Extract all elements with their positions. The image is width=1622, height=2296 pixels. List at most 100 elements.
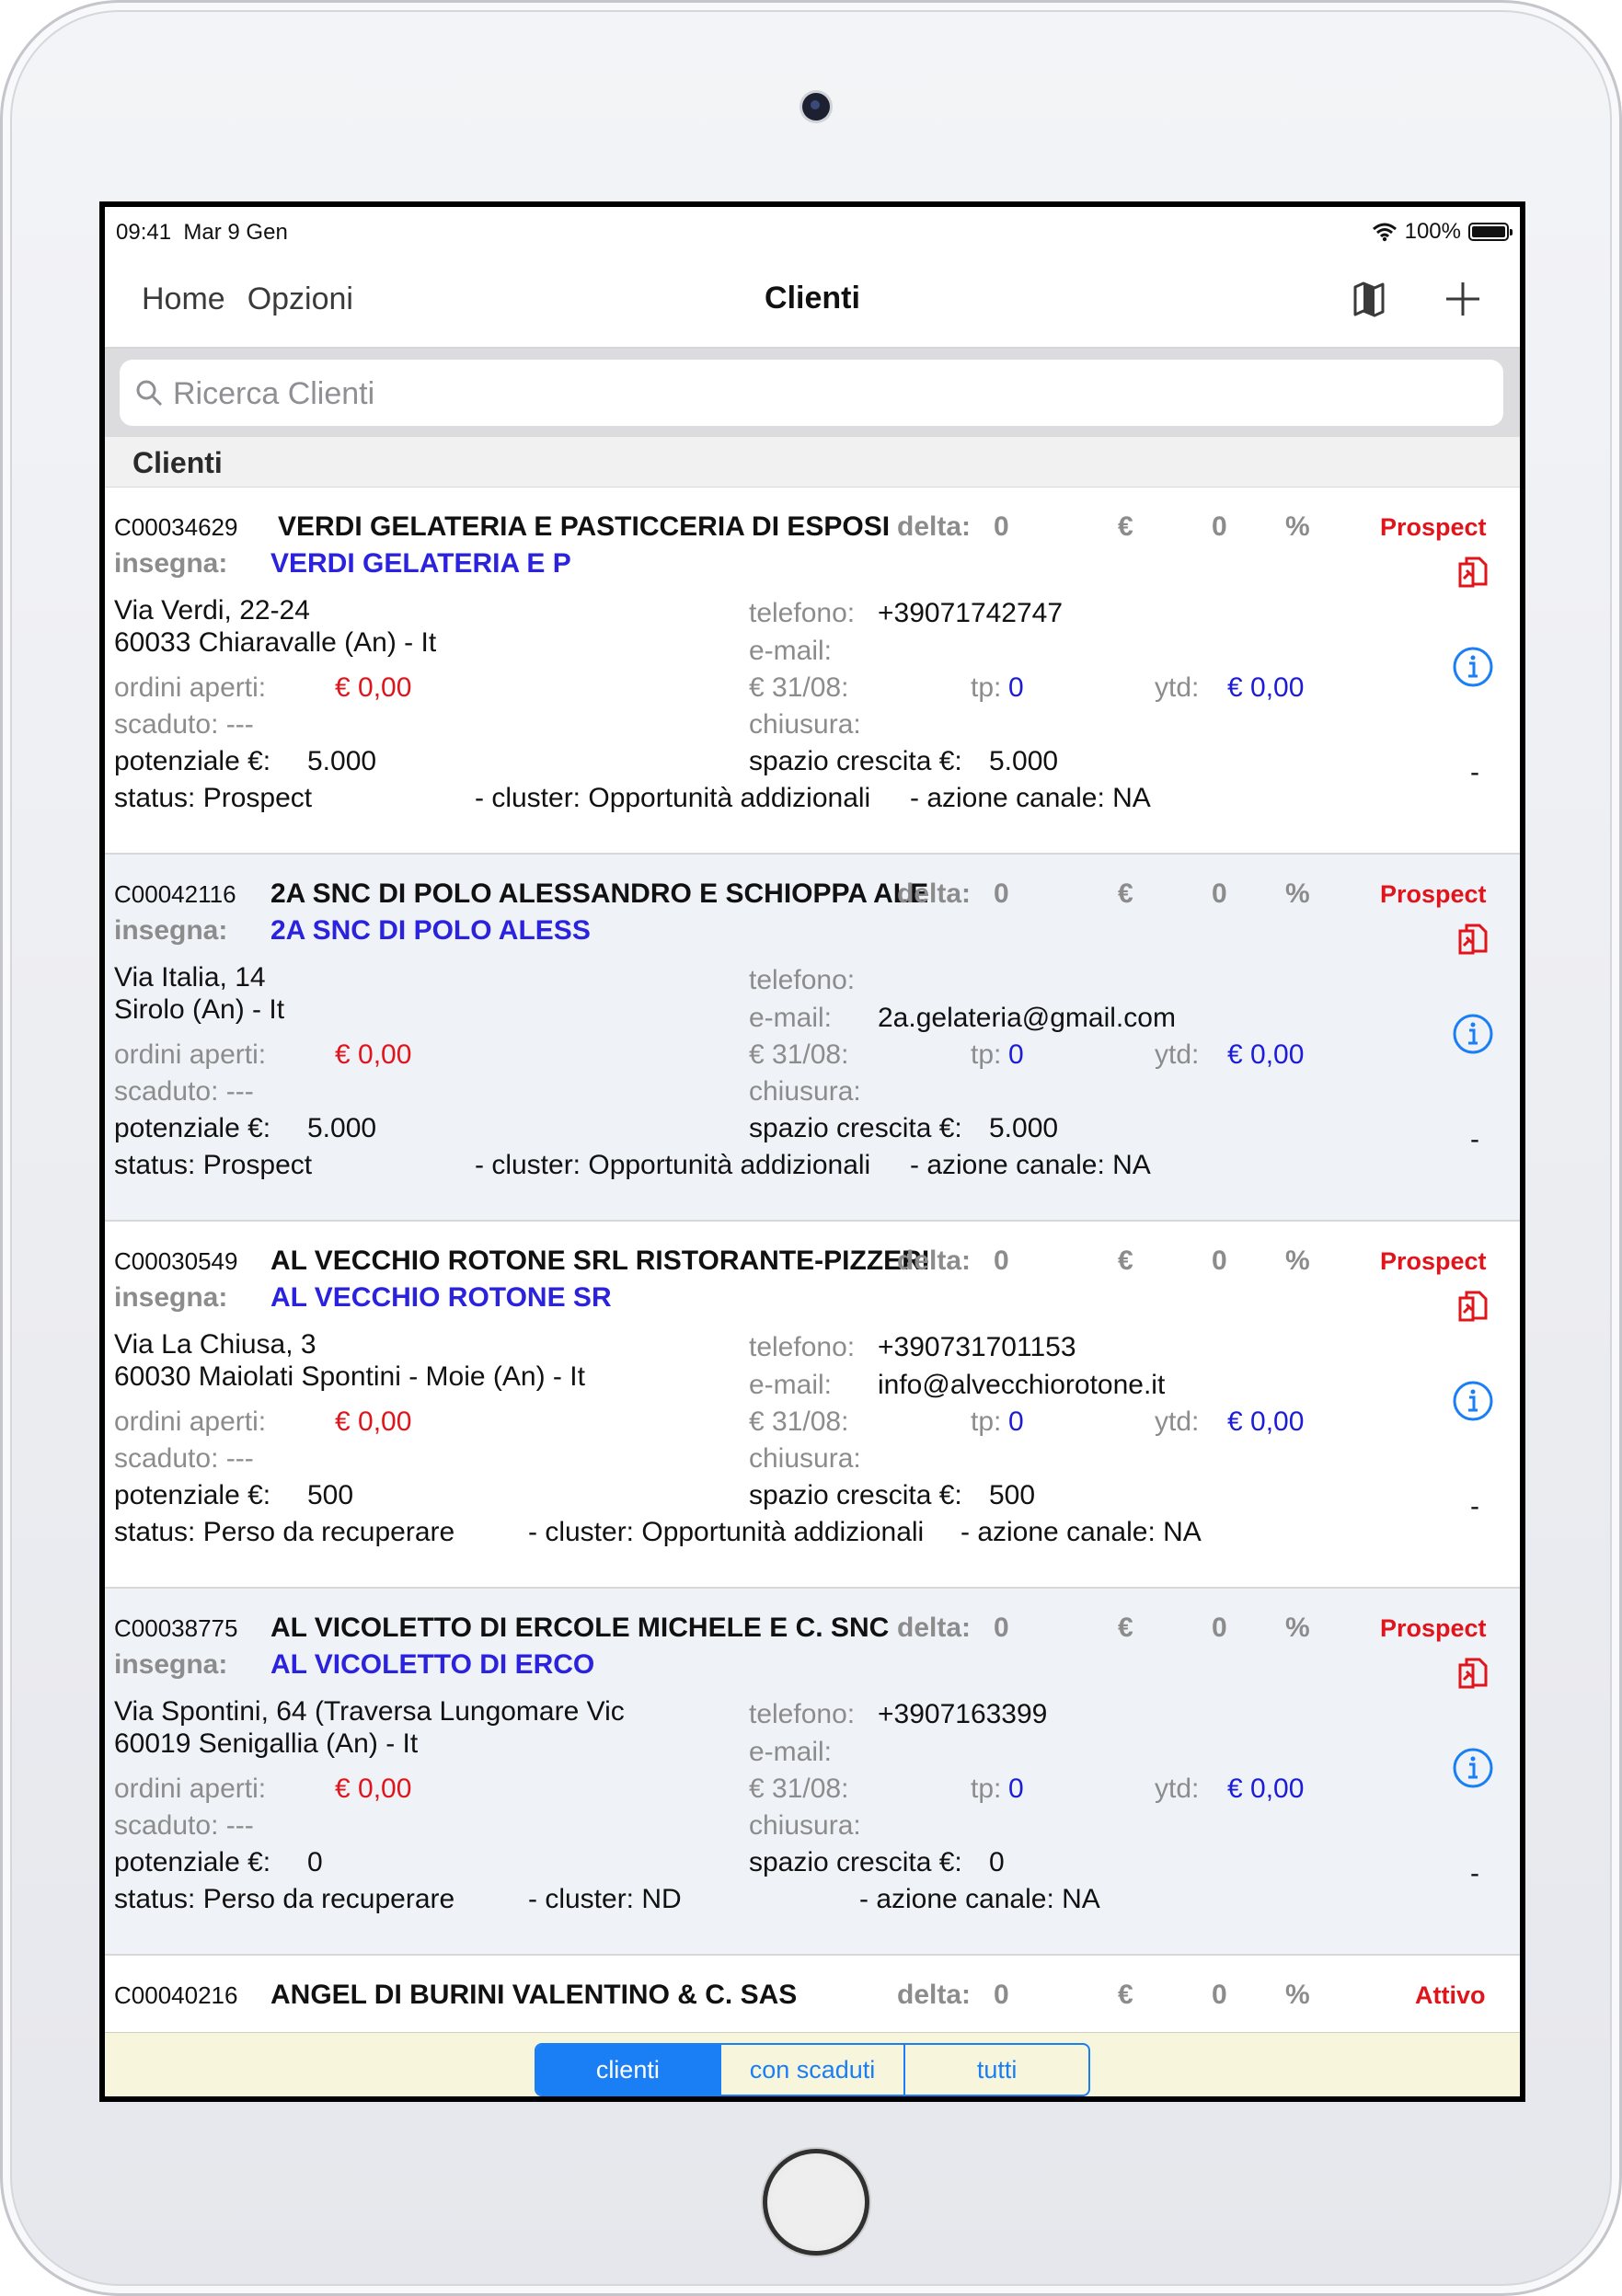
scaduto: scaduto: --- [114, 1076, 254, 1107]
client-type: Prospect [1380, 1247, 1487, 1275]
azione-text: - azione canale: NA [910, 1150, 1151, 1180]
map-icon[interactable] [1347, 277, 1391, 321]
info-icon[interactable] [1452, 1380, 1494, 1422]
ordini-value: € 0,00 [335, 672, 412, 703]
delta-label: delta: [897, 1980, 972, 2010]
ordini-value: € 0,00 [335, 1406, 412, 1437]
client-code: C00040216 [114, 1981, 238, 2009]
status-text: status: Perso da recuperare [114, 1884, 455, 1914]
address-line-1: Via Italia, 14 [114, 962, 266, 993]
pct-value: 0 [1212, 878, 1227, 909]
client-row[interactable]: C00030549 AL VECCHIO ROTONE SRL RISTORAN… [105, 1222, 1520, 1589]
euro-symbol: € [1118, 1613, 1133, 1643]
section-header: Clienti [105, 437, 1520, 488]
segment-clienti[interactable]: clienti [536, 2045, 719, 2095]
app-window: 09:41 Mar 9 Gen 100% Home Opzioni Client… [105, 207, 1520, 2096]
client-name: AL VICOLETTO DI ERCOLE MICHELE E C. SNC [270, 1613, 890, 1643]
email-label: e-mail: [749, 636, 833, 666]
euro-symbol: € [1118, 1246, 1133, 1276]
delta-value: 0 [994, 878, 1009, 909]
document-icon[interactable] [1457, 556, 1489, 589]
client-name: VERDI GELATERIA E PASTICCERIA DI ESPOSI [278, 511, 891, 542]
dash: - [1470, 757, 1479, 787]
segment-tutti[interactable]: tutti [903, 2045, 1088, 2095]
email-value[interactable]: info@alvecchiorotone.it [878, 1370, 1165, 1401]
client-type: Attivo [1415, 1981, 1486, 2009]
ordini-label: ordini aperti: [114, 672, 267, 703]
info-icon[interactable] [1452, 1747, 1494, 1789]
segment-con-scaduti[interactable]: con scaduti [719, 2045, 904, 2095]
telefono-value[interactable]: +390731701153 [878, 1332, 1076, 1363]
status-right: 100% [1372, 219, 1513, 245]
date-label: € 31/08: [749, 1406, 849, 1437]
client-name: 2A SNC DI POLO ALESSANDRO E SCHIOPPA ALE [270, 878, 929, 909]
tp-value: 0 [1008, 1406, 1024, 1437]
tp-label: tp: [971, 672, 1002, 703]
insegna-value: VERDI GELATERIA E P [270, 548, 571, 579]
delta-label: delta: [897, 1613, 972, 1643]
client-row[interactable]: C00040216 ANGEL DI BURINI VALENTINO & C.… [105, 1956, 1520, 2032]
dash: - [1470, 1491, 1479, 1521]
delta-value: 0 [994, 1980, 1009, 2010]
percent-symbol: % [1285, 1613, 1310, 1643]
client-row[interactable]: C00042116 2A SNC DI POLO ALESSANDRO E SC… [105, 855, 1520, 1222]
scaduto: scaduto: --- [114, 1443, 254, 1474]
client-row[interactable]: C00034629 VERDI GELATERIA E PASTICCERIA … [105, 488, 1520, 855]
battery-icon [1468, 223, 1513, 241]
delta-value: 0 [994, 1246, 1009, 1276]
percent-symbol: % [1285, 511, 1310, 542]
document-icon[interactable] [1457, 1657, 1489, 1690]
battery-percent: 100% [1404, 219, 1461, 244]
ytd-label: ytd: [1155, 672, 1200, 703]
document-icon[interactable] [1457, 1290, 1489, 1323]
euro-symbol: € [1118, 1980, 1133, 2010]
wifi-icon [1372, 223, 1397, 242]
client-row[interactable]: C00038775 AL VICOLETTO DI ERCOLE MICHELE… [105, 1589, 1520, 1956]
spazio-label: spazio crescita €: [749, 1480, 962, 1510]
search-input[interactable] [171, 360, 1463, 428]
options-link[interactable]: Opzioni [247, 281, 353, 317]
potenziale-value: 5.000 [307, 746, 377, 776]
document-icon[interactable] [1457, 923, 1489, 956]
info-icon[interactable] [1452, 1013, 1494, 1055]
telefono-label: telefono: [749, 598, 856, 628]
chiusura-label: chiusura: [749, 1076, 861, 1107]
potenziale-label: potenziale €: [114, 1480, 271, 1510]
client-type: Prospect [1380, 513, 1487, 541]
euro-symbol: € [1118, 878, 1133, 909]
potenziale-label: potenziale €: [114, 746, 271, 776]
home-link[interactable]: Home [142, 281, 225, 317]
dash: - [1470, 1124, 1479, 1154]
telefono-value[interactable]: +39071742747 [878, 598, 1063, 629]
home-button[interactable] [763, 2149, 869, 2256]
ytd-value: € 0,00 [1227, 1039, 1305, 1070]
camera [802, 93, 830, 121]
plus-icon[interactable] [1441, 277, 1485, 321]
date-label: € 31/08: [749, 672, 849, 703]
telefono-label: telefono: [749, 965, 856, 995]
search-icon [136, 380, 163, 407]
email-label: e-mail: [749, 1003, 833, 1033]
dash: - [1470, 1858, 1479, 1888]
spazio-value: 5.000 [989, 1113, 1059, 1143]
search-box[interactable] [120, 360, 1503, 428]
delta-label: delta: [897, 511, 972, 542]
telefono-value[interactable]: +3907163399 [878, 1699, 1047, 1730]
tp-label: tp: [971, 1039, 1002, 1070]
tp-value: 0 [1008, 1039, 1024, 1070]
ytd-value: € 0,00 [1227, 1774, 1305, 1804]
euro-symbol: € [1118, 511, 1133, 542]
azione-text: - azione canale: NA [859, 1884, 1100, 1914]
client-type: Prospect [1380, 1614, 1487, 1642]
client-list[interactable]: C00034629 VERDI GELATERIA E PASTICCERIA … [105, 488, 1520, 2032]
pct-value: 0 [1212, 1613, 1227, 1643]
insegna-label: insegna: [114, 548, 228, 579]
client-code: C00034629 [114, 513, 238, 541]
client-name: ANGEL DI BURINI VALENTINO & C. SAS [270, 1980, 798, 2010]
client-name: AL VECCHIO ROTONE SRL RISTORANTE-PIZZERI [270, 1246, 930, 1276]
info-icon[interactable] [1452, 646, 1494, 688]
cluster-text: - cluster: Opportunità addizionali [528, 1517, 925, 1547]
client-code: C00042116 [114, 880, 236, 908]
tp-label: tp: [971, 1774, 1002, 1804]
email-value[interactable]: 2a.gelateria@gmail.com [878, 1003, 1176, 1034]
